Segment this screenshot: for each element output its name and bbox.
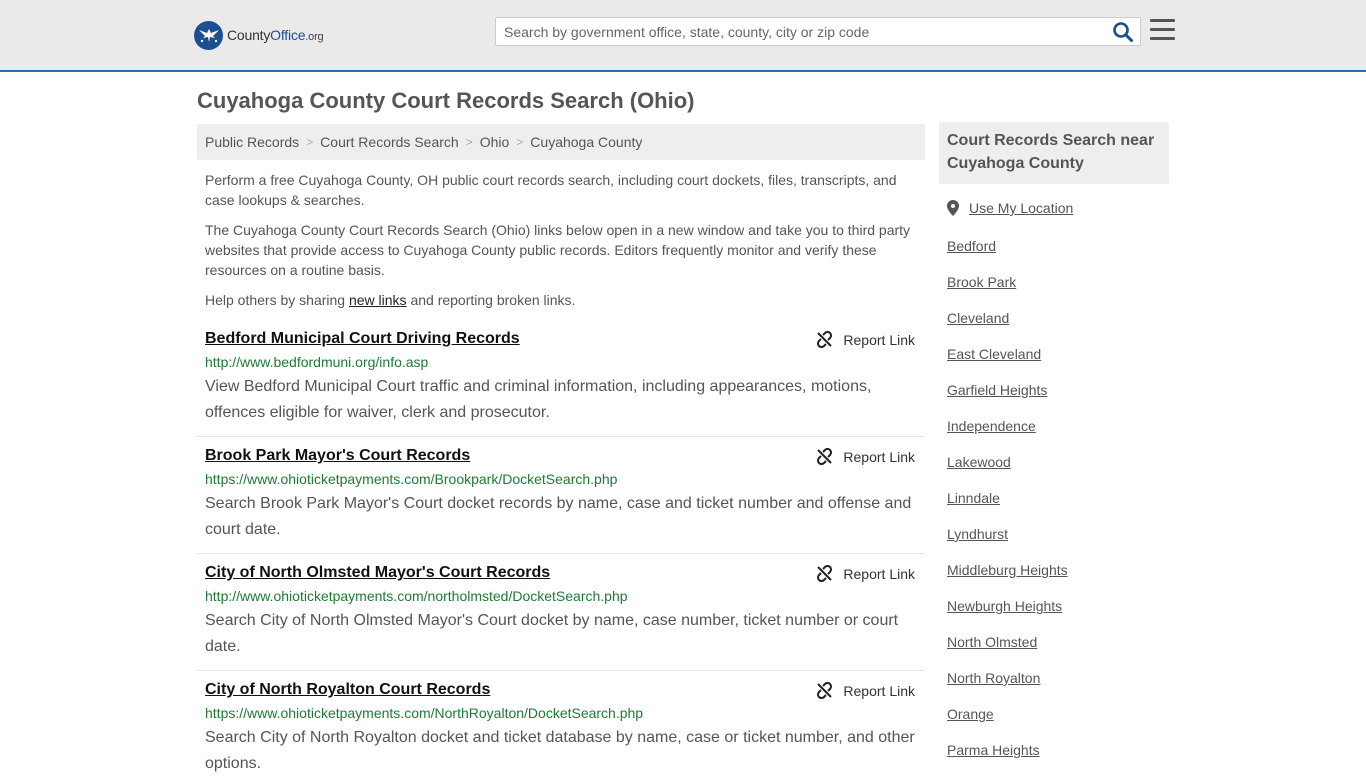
nearby-place-link[interactable]: North Olmsted	[947, 634, 1037, 650]
search-box	[495, 17, 1141, 46]
disclaimer-paragraph: The Cuyahoga County Court Records Search…	[205, 222, 911, 278]
list-item: East Cleveland	[947, 344, 1068, 380]
breadcrumb-separator: >	[465, 135, 473, 149]
breadcrumb-court-records-search[interactable]: Court Records Search	[320, 134, 459, 150]
breadcrumb-ohio[interactable]: Ohio	[480, 134, 510, 150]
top-header: CountyOffice.org	[0, 0, 1366, 72]
list-item: Bedford	[947, 236, 1068, 272]
breadcrumb-separator: >	[306, 135, 314, 149]
nearby-place-link[interactable]: Orange	[947, 706, 994, 722]
result-url[interactable]: https://www.ohioticketpayments.com/Brook…	[205, 471, 617, 487]
list-item: Parma Heights	[947, 740, 1068, 776]
list-item: Cleveland	[947, 308, 1068, 344]
eagle-logo-icon	[194, 20, 223, 50]
result-item: Brook Park Mayor's Court Records Report …	[197, 447, 925, 554]
use-location-row: Use My Location	[947, 200, 1073, 216]
broken-link-icon	[817, 331, 833, 348]
list-item: Lakewood	[947, 452, 1068, 488]
result-title-link[interactable]: Brook Park Mayor's Court Records	[205, 447, 470, 465]
nearby-place-link[interactable]: Lakewood	[947, 454, 1011, 470]
breadcrumb-cuyahoga-county[interactable]: Cuyahoga County	[530, 134, 642, 150]
report-link-button[interactable]: Report Link	[816, 565, 915, 582]
nearby-place-link[interactable]: Bedford	[947, 238, 996, 254]
hamburger-menu-icon[interactable]	[1150, 19, 1175, 41]
nearby-place-link[interactable]: North Royalton	[947, 670, 1040, 686]
list-item: Linndale	[947, 488, 1068, 524]
intro-paragraph: Perform a free Cuyahoga County, OH publi…	[205, 172, 897, 208]
result-url[interactable]: https://www.ohioticketpayments.com/North…	[205, 705, 643, 721]
nearby-place-link[interactable]: Newburgh Heights	[947, 598, 1062, 614]
share-links-paragraph: Help others by sharing new links and rep…	[205, 292, 576, 308]
sidebar-heading: Court Records Search near Cuyahoga Count…	[939, 122, 1169, 184]
result-title-link[interactable]: City of North Olmsted Mayor's Court Reco…	[205, 564, 550, 582]
list-item: North Olmsted	[947, 632, 1068, 668]
list-item: Independence	[947, 416, 1068, 452]
result-item: Bedford Municipal Court Driving Records …	[197, 330, 925, 437]
report-link-button[interactable]: Report Link	[816, 682, 915, 699]
list-item: Garfield Heights	[947, 380, 1068, 416]
breadcrumb-public-records[interactable]: Public Records	[205, 134, 299, 150]
breadcrumb: Public Records > Court Records Search > …	[197, 124, 925, 160]
result-description: Search City of North Royalton docket and…	[205, 729, 915, 772]
nearby-places-list: Bedford Brook Park Cleveland East Clevel…	[947, 236, 1068, 776]
broken-link-icon	[817, 448, 833, 465]
result-description: View Bedford Municipal Court traffic and…	[205, 378, 872, 421]
result-item: City of North Olmsted Mayor's Court Reco…	[197, 564, 925, 671]
nearby-place-link[interactable]: Parma Heights	[947, 742, 1040, 758]
report-link-button[interactable]: Report Link	[816, 448, 915, 465]
nearby-place-link[interactable]: Middleburg Heights	[947, 562, 1068, 578]
search-input[interactable]	[496, 18, 1106, 45]
list-item: Newburgh Heights	[947, 596, 1068, 632]
list-item: North Royalton	[947, 668, 1068, 704]
result-description: Search Brook Park Mayor's Court docket r…	[205, 495, 912, 538]
nearby-place-link[interactable]: Lyndhurst	[947, 526, 1008, 542]
result-item: City of North Royalton Court Records Rep…	[197, 681, 925, 772]
list-item: Lyndhurst	[947, 524, 1068, 560]
nearby-place-link[interactable]: East Cleveland	[947, 346, 1041, 362]
result-url[interactable]: http://www.bedfordmuni.org/info.asp	[205, 354, 428, 370]
broken-link-icon	[817, 682, 833, 699]
broken-link-icon	[817, 565, 833, 582]
nearby-place-link[interactable]: Cleveland	[947, 310, 1009, 326]
nearby-place-link[interactable]: Independence	[947, 418, 1036, 434]
map-pin-icon	[947, 200, 959, 216]
list-item: Middleburg Heights	[947, 560, 1068, 596]
new-links-link[interactable]: new links	[349, 292, 407, 308]
search-icon[interactable]	[1112, 21, 1134, 43]
list-item: Orange	[947, 704, 1068, 740]
use-my-location-link[interactable]: Use My Location	[969, 200, 1073, 216]
breadcrumb-separator: >	[516, 135, 524, 149]
site-logo[interactable]: CountyOffice.org	[194, 20, 324, 50]
nearby-place-link[interactable]: Garfield Heights	[947, 382, 1047, 398]
result-title-link[interactable]: Bedford Municipal Court Driving Records	[205, 330, 520, 348]
list-item: Brook Park	[947, 272, 1068, 308]
nearby-place-link[interactable]: Brook Park	[947, 274, 1016, 290]
logo-wordmark: CountyOffice.org	[227, 27, 324, 43]
page-title: Cuyahoga County Court Records Search (Oh…	[197, 88, 695, 113]
result-description: Search City of North Olmsted Mayor's Cou…	[205, 612, 899, 655]
report-link-button[interactable]: Report Link	[816, 331, 915, 348]
nearby-place-link[interactable]: Linndale	[947, 490, 1000, 506]
result-title-link[interactable]: City of North Royalton Court Records	[205, 681, 490, 699]
result-url[interactable]: http://www.ohioticketpayments.com/northo…	[205, 588, 628, 604]
